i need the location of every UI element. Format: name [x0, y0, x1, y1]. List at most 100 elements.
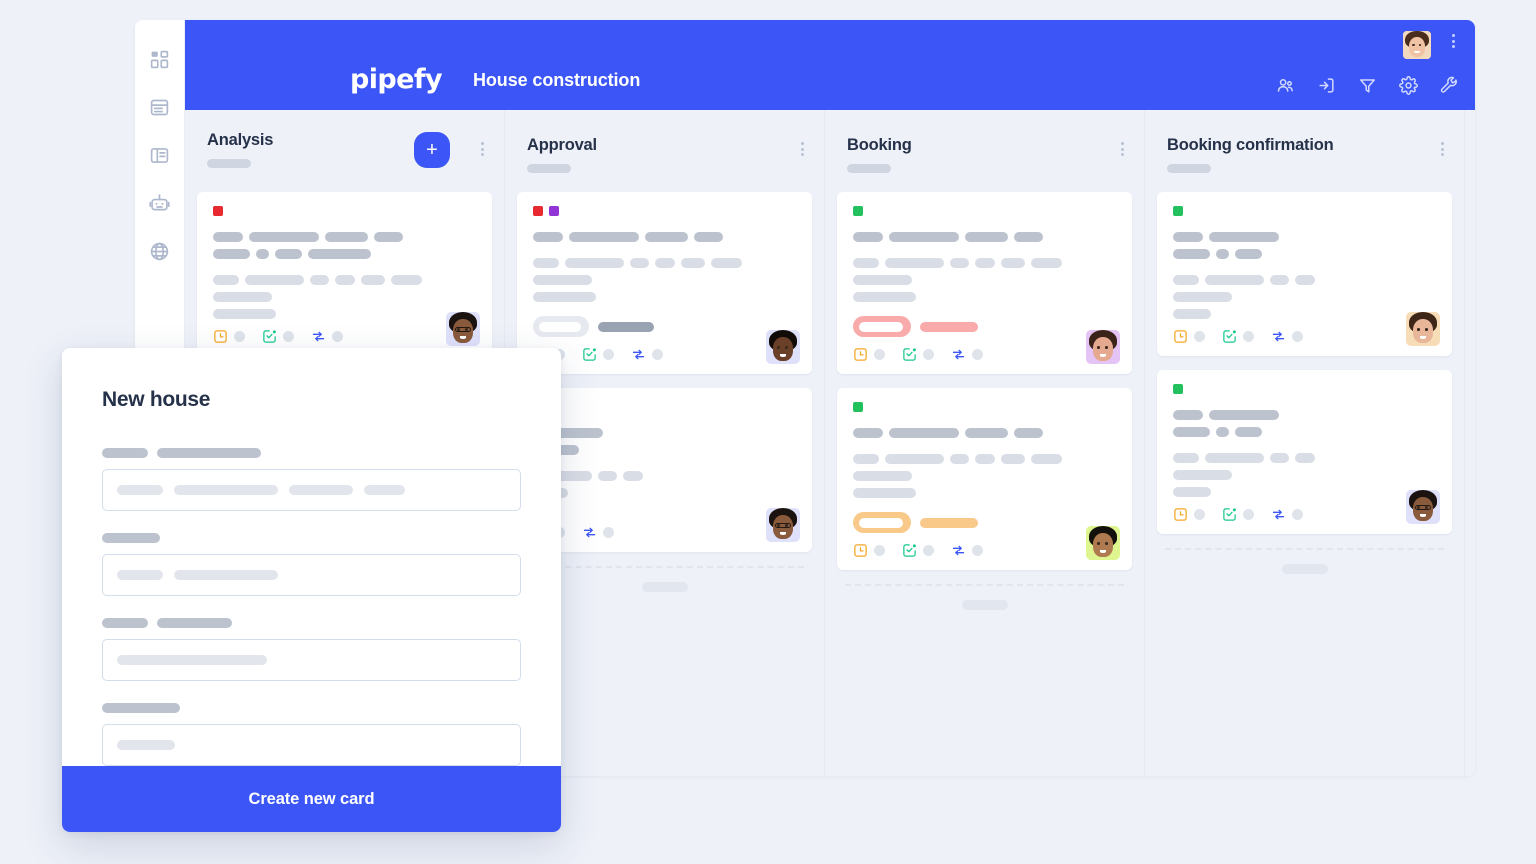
clock-icon[interactable] — [213, 329, 228, 344]
add-card-button[interactable]: + — [414, 132, 450, 168]
card-label-dot — [213, 206, 223, 216]
members-icon[interactable] — [1276, 76, 1295, 95]
layout-panel-icon[interactable] — [147, 142, 173, 168]
card-text-skeleton-row — [1173, 470, 1436, 480]
avatar[interactable] — [1403, 31, 1431, 59]
calendar-alert-icon[interactable] — [262, 329, 277, 344]
create-new-card-button[interactable]: Create new card — [62, 766, 561, 832]
skeleton-bar — [213, 309, 276, 319]
flow-icon[interactable] — [951, 347, 966, 362]
card-labels — [853, 402, 1116, 412]
board-card[interactable] — [1157, 370, 1452, 534]
import-icon[interactable] — [1317, 76, 1336, 95]
card-label-dot — [549, 206, 559, 216]
text-input[interactable] — [102, 469, 521, 511]
card-labels — [1173, 384, 1436, 394]
flow-icon[interactable] — [1271, 507, 1286, 522]
avatar[interactable] — [1406, 490, 1440, 524]
page-title: House construction — [473, 70, 641, 90]
card-text-skeleton-row — [1173, 232, 1436, 242]
card-meta-skeleton-dot — [652, 349, 663, 360]
avatar[interactable] — [766, 330, 800, 364]
avatar[interactable] — [1406, 312, 1440, 346]
avatar[interactable] — [446, 312, 480, 346]
board-card[interactable] — [837, 192, 1132, 374]
card-footer — [1173, 507, 1436, 522]
calendar-alert-icon[interactable] — [1222, 329, 1237, 344]
card-text-skeleton-row — [853, 488, 1116, 498]
skeleton-bar — [1209, 232, 1279, 242]
board-card[interactable] — [517, 388, 812, 552]
skeleton-bar — [391, 275, 422, 285]
column-header: Approval — [517, 110, 812, 192]
calendar-alert-icon[interactable] — [902, 543, 917, 558]
card-text-skeleton-row — [1173, 275, 1436, 285]
flow-icon[interactable] — [311, 329, 326, 344]
globe-icon[interactable] — [147, 238, 173, 264]
card-meta-skeleton-dot — [972, 545, 983, 556]
flow-icon[interactable] — [951, 543, 966, 558]
calendar-alert-icon[interactable] — [1222, 507, 1237, 522]
pipefy-logo[interactable]: pipefy — [350, 64, 443, 95]
column-count-skeleton — [207, 159, 251, 168]
calendar-alert-icon[interactable] — [902, 347, 917, 362]
text-input[interactable] — [102, 554, 521, 596]
card-text-skeleton-row — [533, 292, 796, 302]
board-card[interactable] — [197, 192, 492, 356]
skeleton-bar — [569, 232, 639, 242]
calendar-alert-icon[interactable] — [582, 347, 597, 362]
board-column: Booking confirmation — [1145, 110, 1465, 776]
column-title: Booking confirmation — [1167, 136, 1334, 154]
skeleton-bar — [694, 232, 723, 242]
robot-automation-icon[interactable] — [147, 190, 173, 216]
database-list-icon[interactable] — [147, 94, 173, 120]
topbar-kebab-menu[interactable] — [1452, 34, 1455, 48]
card-meta-skeleton-dot — [923, 545, 934, 556]
flow-icon[interactable] — [631, 347, 646, 362]
field-label-skeleton — [102, 448, 521, 458]
clock-icon[interactable] — [1173, 329, 1188, 344]
clock-icon[interactable] — [1173, 507, 1188, 522]
column-kebab-menu[interactable] — [481, 142, 484, 156]
avatar[interactable] — [1086, 330, 1120, 364]
clock-icon[interactable] — [853, 543, 868, 558]
card-footer — [1173, 329, 1436, 344]
card-footer — [533, 525, 796, 540]
column-count-skeleton — [1167, 164, 1211, 173]
board-card[interactable] — [1157, 192, 1452, 356]
skeleton-bar — [1270, 453, 1289, 463]
column-kebab-menu[interactable] — [1441, 142, 1444, 156]
skeleton-bar — [853, 258, 879, 268]
gear-icon[interactable] — [1399, 76, 1418, 95]
wrench-icon[interactable] — [1440, 76, 1459, 95]
filter-icon[interactable] — [1358, 76, 1377, 95]
board-card[interactable] — [837, 388, 1132, 570]
skeleton-bar — [1205, 275, 1264, 285]
card-footer — [213, 329, 476, 344]
skeleton-bar — [1173, 249, 1210, 259]
card-text-skeleton-row — [853, 292, 1116, 302]
column-kebab-menu[interactable] — [801, 142, 804, 156]
avatar[interactable] — [1086, 526, 1120, 560]
clock-icon[interactable] — [853, 347, 868, 362]
skeleton-bar — [374, 232, 403, 242]
flow-icon[interactable] — [1271, 329, 1286, 344]
grid-dashboard-icon[interactable] — [147, 46, 173, 72]
flow-icon[interactable] — [582, 525, 597, 540]
skeleton-bar — [965, 428, 1008, 438]
text-input[interactable] — [102, 639, 521, 681]
topbar: pipefy House construction — [185, 20, 1475, 110]
card-text-skeleton-row — [533, 428, 796, 438]
column-kebab-menu[interactable] — [1121, 142, 1124, 156]
field-label-skeleton — [102, 533, 521, 543]
board-card[interactable] — [517, 192, 812, 374]
card-badge-bar — [920, 517, 978, 528]
skeleton-bar — [174, 570, 278, 580]
avatar[interactable] — [766, 508, 800, 542]
skeleton-bar — [1173, 453, 1199, 463]
text-input[interactable] — [102, 724, 521, 766]
card-meta-skeleton-dot — [332, 331, 343, 342]
avatar-face — [1403, 31, 1431, 59]
skeleton-bar — [950, 454, 969, 464]
avatar-face — [1086, 330, 1120, 364]
